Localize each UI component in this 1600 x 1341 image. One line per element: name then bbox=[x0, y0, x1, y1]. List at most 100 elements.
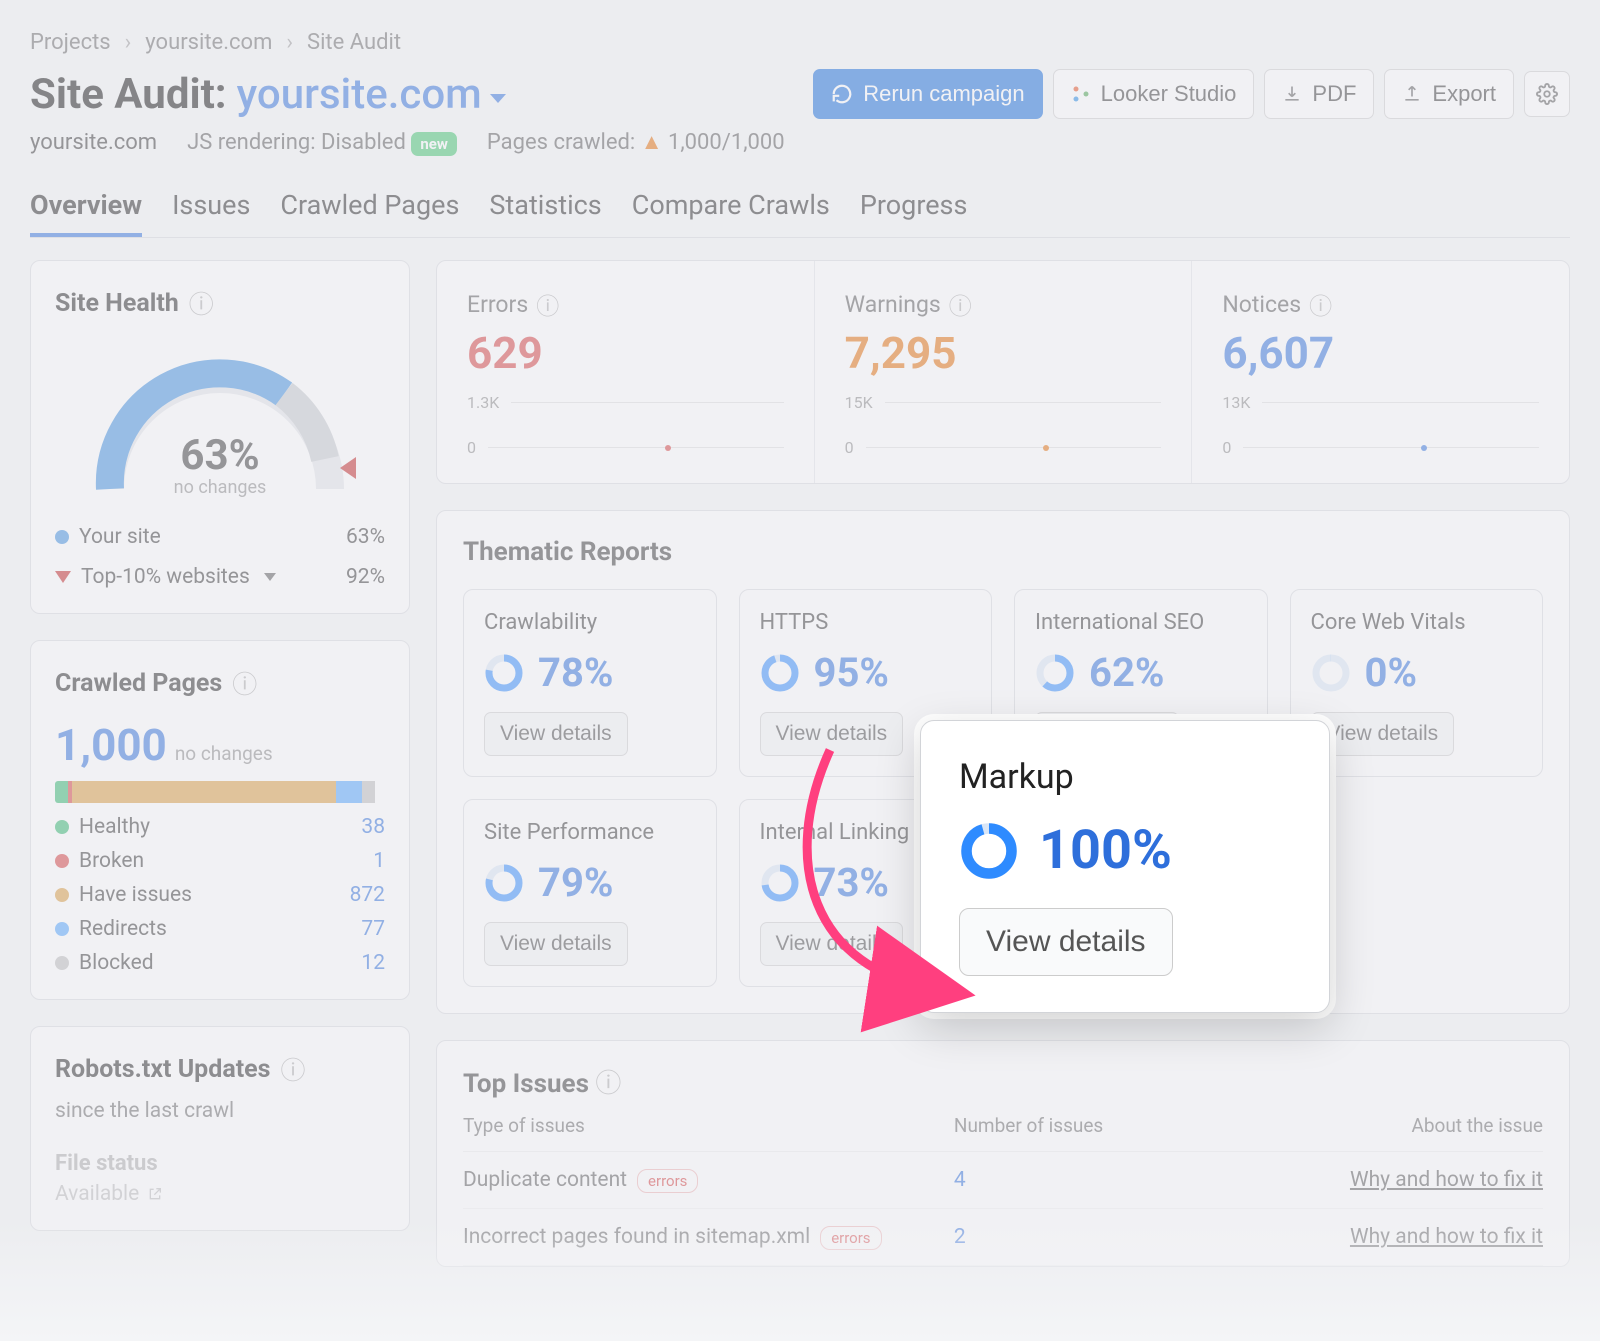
tabs: Overview Issues Crawled Pages Statistics… bbox=[30, 177, 1570, 238]
fix-link[interactable]: Why and how to fix it bbox=[1350, 1225, 1543, 1249]
top-10-expand[interactable]: Top-10% websites bbox=[55, 565, 276, 589]
info-icon[interactable]: ⓘ bbox=[949, 287, 972, 321]
tab-issues[interactable]: Issues bbox=[172, 177, 250, 237]
sparkline: 1.3K 0 bbox=[467, 393, 784, 457]
top-issues: Top Issues ⓘ Type of issues Number of is… bbox=[436, 1040, 1570, 1267]
breadcrumb-item[interactable]: yoursite.com bbox=[145, 30, 272, 55]
legend-value[interactable]: 1 bbox=[373, 849, 385, 873]
benchmark-marker-icon bbox=[340, 457, 356, 479]
markup-callout: Markup 100% View details bbox=[920, 720, 1330, 1013]
file-available[interactable]: Available bbox=[55, 1182, 385, 1206]
legend-label: Broken bbox=[79, 849, 144, 873]
stat-notices[interactable]: Noticesⓘ 6,607 13K 0 bbox=[1192, 261, 1569, 483]
thematic-title: Core Web Vitals bbox=[1311, 610, 1523, 635]
breadcrumb-item[interactable]: Projects bbox=[30, 30, 111, 55]
rerun-campaign-button[interactable]: Rerun campaign bbox=[813, 69, 1042, 119]
thematic-pct: 79% bbox=[538, 859, 613, 906]
card-title: Site Health ⓘ bbox=[55, 285, 385, 321]
domain-dropdown[interactable]: yoursite.com bbox=[237, 70, 506, 119]
donut-icon bbox=[760, 653, 800, 693]
info-icon[interactable]: ⓘ bbox=[189, 285, 214, 321]
crawled-count: 1,000 bbox=[55, 719, 167, 771]
thematic-title: Site Performance bbox=[484, 820, 696, 845]
looker-icon bbox=[1071, 84, 1091, 104]
thematic-card: Crawlability 78% View details bbox=[463, 589, 717, 777]
legend-value: 63% bbox=[346, 525, 385, 549]
breadcrumb-item[interactable]: Site Audit bbox=[307, 30, 401, 55]
pdf-button[interactable]: PDF bbox=[1264, 69, 1374, 119]
legend-row: Blocked 12 bbox=[55, 951, 385, 975]
robots-card: Robots.txt Updates ⓘ since the last craw… bbox=[30, 1026, 410, 1231]
crawled-pages-card: Crawled Pages ⓘ 1,000no changes Healthy … bbox=[30, 640, 410, 1000]
info-icon[interactable]: ⓘ bbox=[1309, 287, 1332, 321]
col-about: About the issue bbox=[1199, 1114, 1543, 1137]
legend-label: Have issues bbox=[79, 883, 192, 907]
info-icon[interactable]: ⓘ bbox=[232, 665, 257, 701]
view-details-button[interactable]: View details bbox=[959, 908, 1173, 976]
card-title: Thematic Reports bbox=[463, 537, 1543, 567]
gauge-sub: no changes bbox=[80, 477, 360, 498]
sparkline: 13K 0 bbox=[1222, 393, 1539, 457]
donut-icon bbox=[1035, 653, 1075, 693]
issue-row[interactable]: Duplicate contenterrors 4 Why and how to… bbox=[463, 1152, 1543, 1209]
gauge-value: 63% bbox=[80, 431, 360, 480]
fix-link[interactable]: Why and how to fix it bbox=[1350, 1168, 1543, 1192]
thematic-pct: 73% bbox=[814, 859, 889, 906]
thematic-pct: 0% bbox=[1365, 649, 1418, 696]
legend-value[interactable]: 872 bbox=[350, 883, 385, 907]
info-icon[interactable]: ⓘ bbox=[595, 1069, 621, 1099]
info-icon[interactable]: ⓘ bbox=[281, 1051, 306, 1087]
tab-overview[interactable]: Overview bbox=[30, 177, 142, 237]
new-badge: new bbox=[411, 132, 457, 156]
card-title: Robots.txt Updates ⓘ bbox=[55, 1051, 385, 1087]
legend-label: Blocked bbox=[79, 951, 154, 975]
donut-icon bbox=[484, 863, 524, 903]
legend-label: Healthy bbox=[79, 815, 150, 839]
tab-compare-crawls[interactable]: Compare Crawls bbox=[632, 177, 830, 237]
thematic-title: Crawlability bbox=[484, 610, 696, 635]
looker-studio-button[interactable]: Looker Studio bbox=[1053, 69, 1255, 119]
no-change-label: no changes bbox=[175, 742, 273, 765]
callout-title: Markup bbox=[959, 757, 1291, 797]
col-num: Number of issues bbox=[954, 1114, 1199, 1137]
tab-statistics[interactable]: Statistics bbox=[489, 177, 601, 237]
settings-button[interactable] bbox=[1524, 71, 1570, 117]
callout-pct: 100% bbox=[1039, 819, 1172, 882]
thematic-pct: 62% bbox=[1089, 649, 1164, 696]
view-details-button[interactable]: View details bbox=[484, 712, 628, 756]
pages-crawled-label: Pages crawled: ▲ 1,000/1,000 bbox=[487, 129, 785, 155]
issue-row[interactable]: Incorrect pages found in sitemap.xmlerro… bbox=[463, 1209, 1543, 1266]
sparkline: 15K 0 bbox=[845, 393, 1162, 457]
thematic-title: International SEO bbox=[1035, 610, 1247, 635]
thematic-card: Site Performance 79% View details bbox=[463, 799, 717, 987]
legend-value[interactable]: 77 bbox=[361, 917, 385, 941]
view-details-button[interactable]: View details bbox=[484, 922, 628, 966]
domain-label: yoursite.com bbox=[30, 130, 157, 155]
export-button[interactable]: Export bbox=[1384, 69, 1514, 119]
thematic-title: HTTPS bbox=[760, 610, 972, 635]
thematic-pct: 78% bbox=[538, 649, 613, 696]
tab-progress[interactable]: Progress bbox=[860, 177, 968, 237]
error-pill: errors bbox=[820, 1226, 881, 1250]
col-type: Type of issues bbox=[463, 1114, 954, 1137]
stat-value: 629 bbox=[467, 327, 784, 379]
js-rendering-label: JS rendering: Disabled new bbox=[187, 130, 457, 155]
legend-value[interactable]: 12 bbox=[361, 951, 385, 975]
donut-icon bbox=[484, 653, 524, 693]
stat-warnings[interactable]: Warningsⓘ 7,295 15K 0 bbox=[815, 261, 1193, 483]
error-pill: errors bbox=[637, 1169, 698, 1193]
view-details-button[interactable]: View details bbox=[760, 712, 904, 756]
page-title: Site Audit: yoursite.com bbox=[30, 70, 506, 119]
tab-crawled-pages[interactable]: Crawled Pages bbox=[280, 177, 459, 237]
view-details-button[interactable]: View details bbox=[760, 922, 904, 966]
robots-sub: since the last crawl bbox=[55, 1099, 385, 1123]
view-details-button[interactable]: View details bbox=[1311, 712, 1455, 756]
chevron-right-icon: › bbox=[286, 30, 293, 55]
info-icon[interactable]: ⓘ bbox=[536, 287, 559, 321]
legend-value[interactable]: 38 bbox=[361, 815, 385, 839]
stat-errors[interactable]: Errorsⓘ 629 1.3K 0 bbox=[437, 261, 815, 483]
subheader: yoursite.com JS rendering: Disabled new … bbox=[30, 129, 1570, 155]
donut-icon bbox=[1311, 653, 1351, 693]
gear-icon bbox=[1536, 83, 1558, 105]
external-link-icon bbox=[147, 1186, 163, 1202]
